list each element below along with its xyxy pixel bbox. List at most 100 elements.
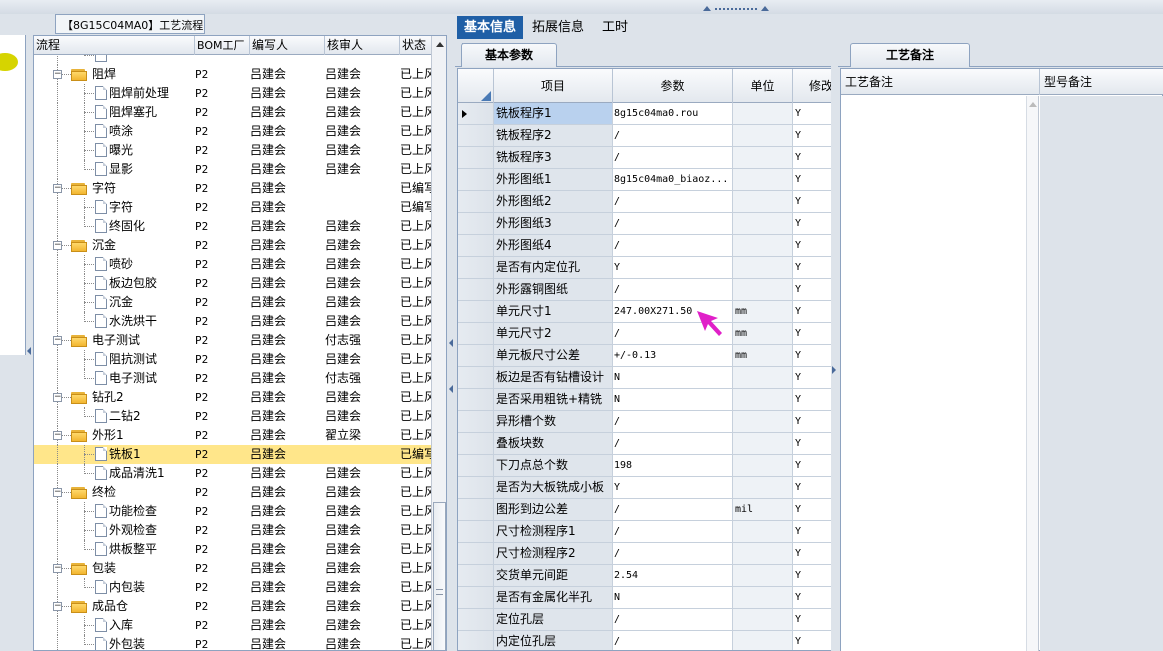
collapse-toggle-icon[interactable]: − xyxy=(53,184,62,193)
param-row[interactable]: 铣板程序2/ Y xyxy=(458,125,832,147)
param-value-cell[interactable]: N xyxy=(613,389,733,410)
tree-step-row[interactable]: 显影 P2 吕建会 吕建会 已上风 xyxy=(34,160,431,179)
scroll-up-icon[interactable] xyxy=(1029,102,1037,107)
param-modify-cell[interactable]: Y xyxy=(793,433,832,454)
param-value-cell[interactable]: / xyxy=(613,543,733,564)
param-modify-cell[interactable]: Y xyxy=(793,191,832,212)
column-header-unit[interactable]: 单位 xyxy=(733,69,793,103)
tree-step-row[interactable]: 铣板1 P2 吕建会 已编写 xyxy=(34,445,431,464)
param-row[interactable]: 板边是否有钻槽设计 N Y xyxy=(458,367,832,389)
param-value-cell[interactable]: Y xyxy=(613,257,733,278)
param-row[interactable]: 叠板块数 / Y xyxy=(458,433,832,455)
tree-step-row[interactable]: 烘板整平 P2 吕建会 吕建会 已上风 xyxy=(34,540,431,559)
param-value-cell[interactable]: 2.54 xyxy=(613,565,733,586)
tree-folder-row[interactable]: − 成品仓 P2 吕建会 吕建会 已上风 xyxy=(34,597,431,616)
param-modify-cell[interactable]: Y xyxy=(793,345,832,366)
param-row[interactable]: 外形图纸3/ Y xyxy=(458,213,832,235)
param-unit-cell[interactable]: mm xyxy=(733,345,793,366)
middle-splitter[interactable] xyxy=(447,35,455,651)
row-indicator[interactable] xyxy=(458,499,494,520)
tree-step-row[interactable]: 沉金 P2 吕建会 吕建会 已上风 xyxy=(34,293,431,312)
select-all-corner[interactable] xyxy=(458,69,494,103)
row-indicator[interactable] xyxy=(458,279,494,300)
tree-step-row[interactable]: 水洗烘干 P2 吕建会 吕建会 已上风 xyxy=(34,312,431,331)
param-unit-cell[interactable] xyxy=(733,389,793,410)
collapse-toggle-icon[interactable]: − xyxy=(53,488,62,497)
splitter-grip-icon[interactable] xyxy=(703,6,769,12)
collapse-toggle-icon[interactable]: − xyxy=(53,336,62,345)
param-modify-cell[interactable]: Y xyxy=(793,147,832,168)
param-value-cell[interactable]: Y xyxy=(613,477,733,498)
param-row[interactable]: 交货单元间距 2.54 Y xyxy=(458,565,832,587)
param-row[interactable]: 尺寸检测程序2/ Y xyxy=(458,543,832,565)
param-unit-cell[interactable] xyxy=(733,543,793,564)
param-unit-cell[interactable] xyxy=(733,191,793,212)
param-value-cell[interactable]: N xyxy=(613,367,733,388)
column-header-bom[interactable]: BOM工厂 xyxy=(195,36,250,55)
param-modify-cell[interactable]: Y xyxy=(793,257,832,278)
tree-folder-row[interactable]: − 沉金 P2 吕建会 吕建会 已上风 xyxy=(34,236,431,255)
tree-step-row[interactable]: 成品清洗1 P2 吕建会 吕建会 已上风 xyxy=(34,464,431,483)
param-value-cell[interactable]: 198 xyxy=(613,455,733,476)
collapse-arrow-icon[interactable] xyxy=(449,339,453,347)
collapse-arrow-icon[interactable] xyxy=(449,385,453,393)
param-modify-cell[interactable]: Y xyxy=(793,631,832,650)
param-modify-cell[interactable]: Y xyxy=(793,521,832,542)
param-unit-cell[interactable] xyxy=(733,411,793,432)
param-modify-cell[interactable]: Y xyxy=(793,587,832,608)
left-splitter[interactable] xyxy=(26,35,33,651)
param-unit-cell[interactable] xyxy=(733,631,793,650)
tree-folder-row[interactable]: − 终检 P2 吕建会 吕建会 已上风 xyxy=(34,483,431,502)
collapse-toggle-icon[interactable]: − xyxy=(53,602,62,611)
param-value-cell[interactable]: N xyxy=(613,587,733,608)
param-row[interactable]: 定位孔层 / Y xyxy=(458,609,832,631)
param-row[interactable]: 异形槽个数 / Y xyxy=(458,411,832,433)
row-indicator[interactable] xyxy=(458,477,494,498)
column-header-modify[interactable]: 修改 xyxy=(793,69,832,103)
tab-process-notes[interactable]: 工艺备注 xyxy=(850,43,970,67)
tree-step-row[interactable]: 喷砂 P2 吕建会 吕建会 已上风 xyxy=(34,255,431,274)
param-value-cell[interactable]: +/-0.13 xyxy=(613,345,733,366)
param-modify-cell[interactable]: Y xyxy=(793,609,832,630)
row-indicator[interactable] xyxy=(458,235,494,256)
tree-step-row[interactable]: 电子测试 P2 吕建会 付志强 已上风 xyxy=(34,369,431,388)
column-header-item[interactable]: 项目 xyxy=(494,69,613,103)
param-value-cell[interactable]: 8g15c04ma0.rou xyxy=(613,103,733,124)
param-unit-cell[interactable] xyxy=(733,565,793,586)
param-row[interactable]: 铣板程序1 8g15c04ma0.rou Y xyxy=(458,103,832,125)
row-indicator[interactable] xyxy=(458,147,494,168)
param-row[interactable]: 外形图纸4/ Y xyxy=(458,235,832,257)
param-value-cell[interactable]: / xyxy=(613,191,733,212)
collapse-right-icon[interactable] xyxy=(832,366,836,374)
param-unit-cell[interactable] xyxy=(733,213,793,234)
param-modify-cell[interactable]: Y xyxy=(793,125,832,146)
param-modify-cell[interactable]: Y xyxy=(793,389,832,410)
row-indicator[interactable] xyxy=(458,543,494,564)
tree-step-row[interactable]: 功能检查 P2 吕建会 吕建会 已上风 xyxy=(34,502,431,521)
tree-step-row[interactable]: 阻抗测试 P2 吕建会 吕建会 已上风 xyxy=(34,350,431,369)
row-indicator[interactable] xyxy=(458,345,494,366)
tab-work-hours[interactable]: 工时 xyxy=(595,16,635,39)
param-row[interactable]: 单元板尺寸公差 +/-0.13 mm Y xyxy=(458,345,832,367)
tree-folder-row[interactable]: − 字符 P2 吕建会 已编写 xyxy=(34,179,431,198)
param-row[interactable]: 铣板程序3/ Y xyxy=(458,147,832,169)
column-header-status[interactable]: 状态 xyxy=(400,36,431,55)
tree-folder-row[interactable]: − 钻孔2 P2 吕建会 吕建会 已上风 xyxy=(34,388,431,407)
tab-basic-params[interactable]: 基本参数 xyxy=(461,43,557,67)
param-value-cell[interactable]: / xyxy=(613,411,733,432)
param-modify-cell[interactable]: Y xyxy=(793,323,832,344)
model-note-area[interactable] xyxy=(1040,96,1163,651)
collapse-toggle-icon[interactable]: − xyxy=(53,431,62,440)
param-row[interactable]: 外形图纸2/ Y xyxy=(458,191,832,213)
right-splitter[interactable] xyxy=(831,40,838,651)
tab-basic-info[interactable]: 基本信息 xyxy=(457,16,524,39)
param-value-cell[interactable]: / xyxy=(613,521,733,542)
param-unit-cell[interactable]: mm xyxy=(733,301,793,322)
param-unit-cell[interactable]: mm xyxy=(733,323,793,344)
param-value-cell[interactable]: / xyxy=(613,279,733,300)
column-header-reviewer[interactable]: 核审人 xyxy=(325,36,400,55)
param-row[interactable]: 是否有金属化半孔 N Y xyxy=(458,587,832,609)
param-value-cell[interactable]: / xyxy=(613,125,733,146)
param-unit-cell[interactable] xyxy=(733,433,793,454)
row-indicator[interactable] xyxy=(458,191,494,212)
